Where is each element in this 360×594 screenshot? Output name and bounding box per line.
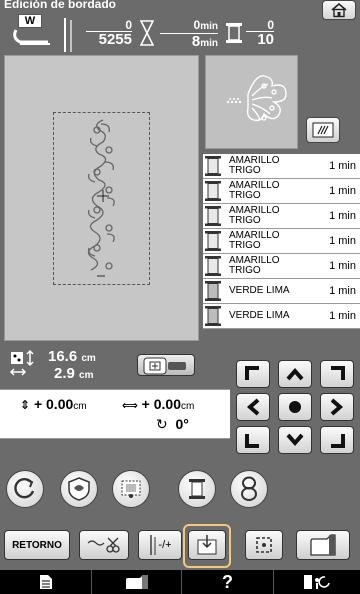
embroidery-design: [87, 119, 115, 277]
split-stitch-button[interactable]: -/+: [138, 530, 182, 560]
design-preview: [205, 55, 298, 149]
density-button[interactable]: [60, 470, 98, 508]
thread-color-button[interactable]: [178, 470, 216, 508]
list-item[interactable]: AMARILLO TRIGO 1 min: [203, 154, 360, 179]
design-size-panel: 16.6 cm 2.9 cm: [0, 345, 230, 387]
frame-size-button[interactable]: [137, 354, 195, 376]
rotate-icon: ↻: [156, 416, 168, 432]
spool-icon: [189, 479, 205, 499]
scissors-icon: [87, 537, 120, 553]
move-up-left-button[interactable]: [236, 360, 270, 388]
thread-spool-icon: [226, 23, 242, 43]
border-repeat-button[interactable]: [230, 470, 268, 508]
move-down-left-button[interactable]: [236, 426, 270, 454]
spool-icon: [205, 281, 221, 301]
embroidery-frame-icon: [143, 357, 186, 375]
chevron-left-icon: [246, 398, 260, 416]
corner-arrow-icon: [331, 366, 345, 380]
list-item[interactable]: AMARILLO TRIGO 1 min: [203, 179, 360, 204]
machine-settings-button[interactable]: [92, 570, 182, 594]
needle-icon: [64, 18, 72, 52]
figure-eight-icon: [241, 476, 257, 501]
question-icon: ?: [222, 571, 233, 592]
move-up-button[interactable]: [278, 360, 312, 388]
cut-thread-button[interactable]: [79, 530, 129, 560]
vertical-offset: ⇕ + 0.00cm: [20, 396, 87, 412]
sewing-machine-icon: [125, 575, 148, 589]
stitch-to-frame-button[interactable]: [188, 530, 226, 560]
corner-arrow-icon: [331, 434, 345, 448]
list-item[interactable]: AMARILLO TRIGO 1 min: [203, 229, 360, 254]
chevron-up-icon: [286, 367, 304, 381]
hourglass-icon: [140, 20, 154, 46]
corner-arrow-icon: [245, 434, 259, 448]
trace-frame-icon: [121, 480, 141, 498]
settings-icon: [304, 575, 330, 589]
list-item[interactable]: VERDE LIMA 1 min: [203, 304, 360, 329]
move-down-right-button[interactable]: [320, 426, 354, 454]
size-icon: [10, 350, 34, 376]
embroidery-machine-icon: [310, 534, 336, 556]
rotate-button[interactable]: [6, 470, 44, 508]
document-icon: [39, 575, 52, 589]
presser-foot-icon: [13, 29, 50, 45]
stitch-counter: 0 5255: [86, 19, 132, 47]
needle-icon: [150, 535, 156, 555]
edit-function-row: [0, 470, 360, 510]
presser-foot-label: W: [18, 14, 42, 28]
trial-frame-icon: [256, 537, 272, 553]
status-bar: W 0 5255 0min 8min 0 10: [0, 8, 360, 52]
move-up-right-button[interactable]: [320, 360, 354, 388]
spool-icon: [205, 206, 221, 226]
action-button-row: RETORNO -/+: [0, 522, 360, 570]
embroidery-canvas[interactable]: [4, 55, 199, 341]
corner-arrow-icon: [245, 366, 259, 380]
color-counter: 0 10: [246, 19, 274, 47]
move-right-button[interactable]: [320, 393, 354, 421]
arrow-pad: [236, 360, 360, 455]
move-down-button[interactable]: [278, 426, 312, 454]
list-item[interactable]: VERDE LIMA 1 min: [203, 279, 360, 304]
center-button[interactable]: [278, 393, 312, 421]
help-button[interactable]: ?: [182, 570, 274, 594]
stitch-position-icon: [197, 535, 217, 555]
spool-icon: [205, 156, 221, 176]
set-button[interactable]: [296, 530, 350, 560]
size-values: 16.6 cm 2.9 cm: [48, 348, 96, 382]
frame-trace-button[interactable]: [112, 470, 150, 508]
list-item[interactable]: AMARILLO TRIGO 1 min: [203, 254, 360, 279]
retorno-button[interactable]: RETORNO: [4, 530, 70, 560]
list-item[interactable]: AMARILLO TRIGO 1 min: [203, 204, 360, 229]
spool-icon: [205, 231, 221, 251]
chevron-right-icon: [330, 398, 344, 416]
chevron-down-icon: [286, 433, 304, 447]
document-button[interactable]: [0, 570, 92, 594]
spool-icon: [205, 256, 221, 276]
spool-icon: [205, 306, 221, 326]
rotation-angle: ↻ 0°: [156, 416, 189, 432]
time-counter: 0min 8min: [160, 19, 218, 51]
zoom-button[interactable]: [306, 117, 340, 143]
position-offset-panel: ⇕ + 0.00cm ⟺ + 0.00cm ↻ 0°: [0, 389, 230, 439]
preview-motif: [226, 75, 287, 122]
trial-button[interactable]: [245, 530, 283, 560]
rotate-icon: [14, 477, 35, 499]
move-left-button[interactable]: [236, 393, 270, 421]
thread-color-list[interactable]: AMARILLO TRIGO 1 min AMARILLO TRIGO 1 min …: [203, 154, 360, 329]
settings-button[interactable]: [274, 570, 360, 594]
horizontal-offset: ⟺ + 0.00cm: [122, 396, 195, 412]
center-dot-icon: [289, 401, 301, 413]
spool-icon: [205, 181, 221, 201]
shield-icon: [68, 477, 90, 501]
bottom-bar: ?: [0, 570, 360, 594]
magnify-frame-icon: [312, 122, 334, 138]
